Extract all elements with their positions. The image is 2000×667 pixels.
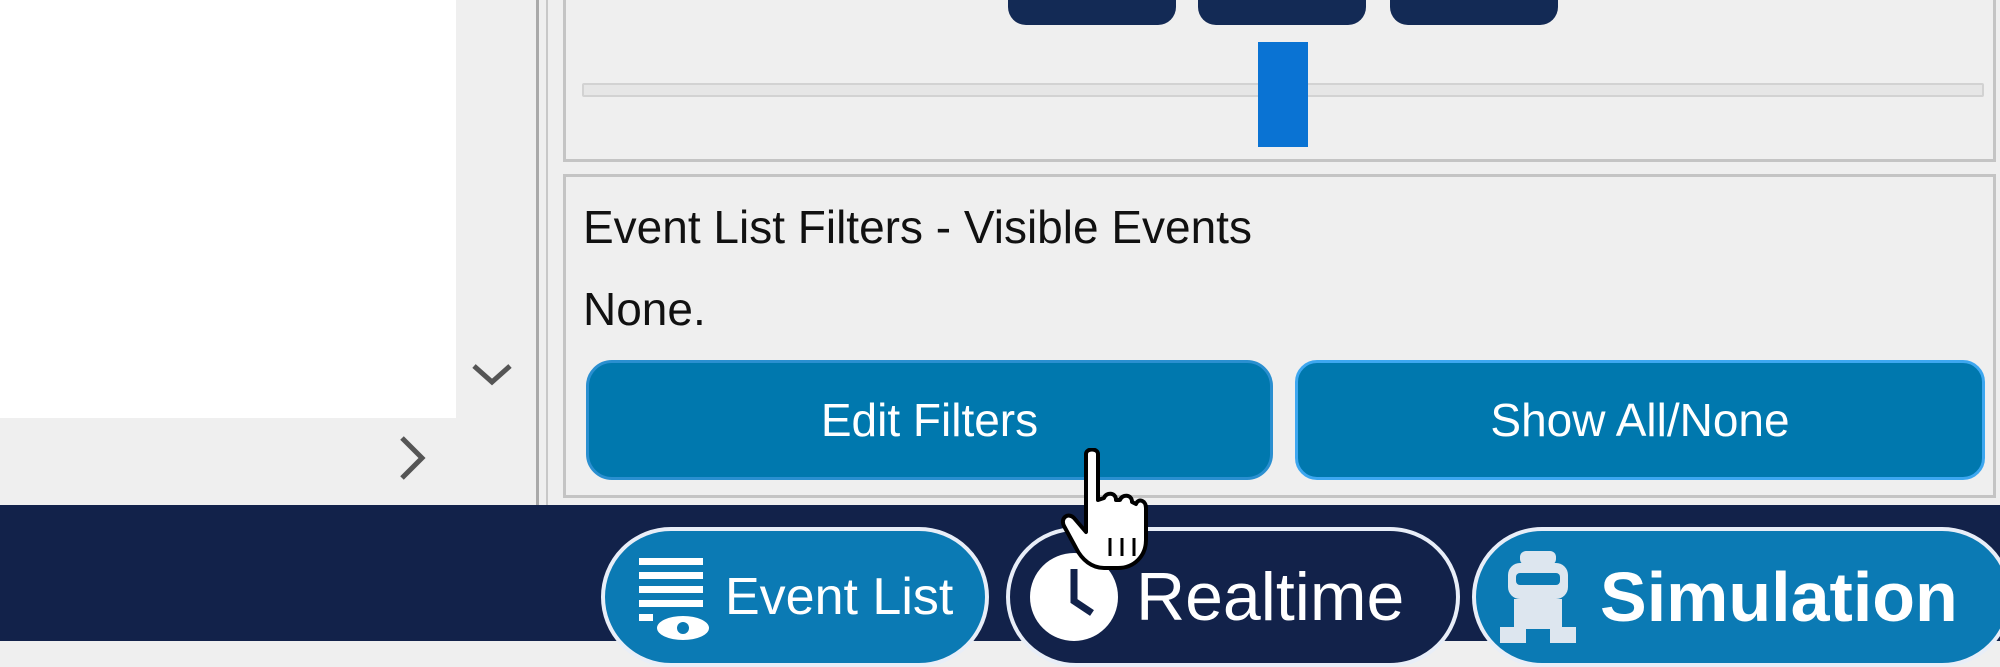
list-eye-icon — [639, 558, 709, 640]
edit-filters-button[interactable]: Edit Filters — [586, 360, 1273, 480]
tab-event-list-label: Event List — [725, 568, 954, 626]
robot-icon — [1500, 551, 1576, 643]
toolbar-button-3[interactable] — [1390, 0, 1558, 25]
timeline-slider-thumb[interactable] — [1258, 42, 1308, 147]
chevron-right-icon[interactable] — [392, 430, 432, 486]
tab-realtime-label: Realtime — [1136, 559, 1405, 635]
splitter[interactable] — [536, 0, 539, 505]
tab-simulation-label: Simulation — [1600, 558, 1958, 636]
show-all-none-label: Show All/None — [1490, 394, 1790, 446]
hand-pointer-icon — [1061, 448, 1148, 570]
filter-group-title: Event List Filters - Visible Events — [583, 201, 1252, 253]
toolbar-button-1[interactable] — [1008, 0, 1176, 25]
tab-event-list[interactable]: Event List — [601, 527, 989, 667]
event-list-pane[interactable] — [0, 0, 456, 418]
edit-filters-label: Edit Filters — [820, 394, 1039, 446]
toolbar-button-2[interactable] — [1198, 0, 1366, 25]
splitter-edge — [546, 0, 548, 505]
chevron-down-icon[interactable] — [468, 350, 516, 398]
show-all-none-button[interactable]: Show All/None — [1295, 360, 1985, 480]
tab-simulation[interactable]: Simulation — [1472, 527, 2000, 667]
filter-value: None. — [583, 283, 706, 335]
